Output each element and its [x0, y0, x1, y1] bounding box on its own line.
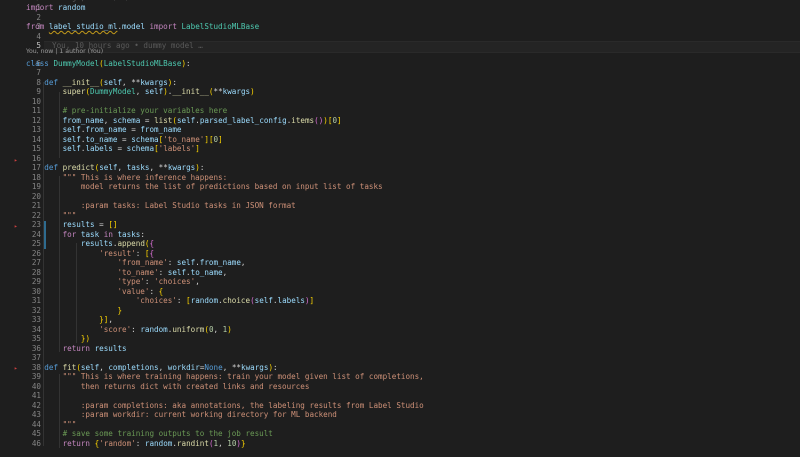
- code-line[interactable]: 12 from_name, schema = list(self.parsed_…: [0, 116, 800, 126]
- code-line[interactable]: 17 def predict(self, tasks, **kwargs):: [0, 163, 800, 173]
- code-line[interactable]: 25 results.append({: [0, 239, 800, 249]
- code-text: self.labels = schema['labels']: [62, 144, 200, 153]
- line-number: 7: [36, 68, 41, 77]
- code-text: # save some training outputs to the job …: [62, 429, 273, 438]
- code-line[interactable]: 21 :param tasks: Label Studio tasks in J…: [0, 201, 800, 211]
- code-text: :param tasks: Label Studio tasks in JSON…: [26, 201, 296, 210]
- code-text: 'from_name': self.from_name,: [117, 258, 246, 267]
- code-line[interactable]: 45 # save some training outputs to the j…: [0, 429, 800, 439]
- code-text: 'choices': [random.choice(self.labels)]: [135, 296, 315, 305]
- code-line[interactable]: 31 'choices': [random.choice(self.labels…: [0, 296, 800, 306]
- code-text: model returns the list of predictions ba…: [26, 182, 383, 191]
- codelens-top-row: You, 10 hours ago | 1 author (You): [0, 0, 800, 4]
- code-line[interactable]: 3 from label_studio_ml.model import Label…: [0, 22, 800, 32]
- code-line[interactable]: 7: [0, 68, 800, 78]
- line-number: 20: [31, 191, 41, 201]
- code-line[interactable]: 15 self.labels = schema['labels']: [0, 144, 800, 154]
- code-text: return results: [62, 343, 127, 353]
- code-line[interactable]: 5 You, 10 hours ago • dummy model …: [0, 41, 800, 51]
- code-text: from_name, schema = list(self.parsed_lab…: [62, 115, 342, 125]
- code-line[interactable]: 4: [0, 32, 800, 42]
- code-text: then returns dict with created links and…: [26, 381, 310, 391]
- line-number: 16: [31, 153, 41, 163]
- code-line[interactable]: 22 """: [0, 211, 800, 221]
- code-line[interactable]: 42 :param completions: aka annotations, …: [0, 401, 800, 411]
- code-line[interactable]: 35 }): [0, 334, 800, 344]
- code-line[interactable]: 23 results = []: [0, 220, 800, 230]
- line-number: 41: [31, 391, 41, 400]
- codelens-top: You, 10 hours ago | 1 author (You): [26, 0, 128, 4]
- code-line[interactable]: 40 then returns dict with created links …: [0, 382, 800, 392]
- line-number: 4: [36, 31, 41, 41]
- code-text: 'score': random.uniform(0, 1): [99, 324, 232, 334]
- code-line[interactable]: 36 return results: [0, 344, 800, 354]
- code-line[interactable]: 26 'result': [{: [0, 249, 800, 259]
- code-line[interactable]: 11 # pre-initialize your variables here: [0, 106, 800, 116]
- line-number: 37: [31, 353, 41, 362]
- line-number: 10: [31, 96, 41, 106]
- code-line[interactable]: 2: [0, 13, 800, 23]
- code-text: def __init__(self, **kwargs):: [44, 77, 177, 87]
- code-line[interactable]: 8 def __init__(self, **kwargs):: [0, 78, 800, 88]
- code-text: class DummyModel(LabelStudioMLBase):: [26, 58, 191, 68]
- code-editor[interactable]: You, now | 1 author (You) ▸ ▸ ▸ 1 import …: [0, 0, 800, 457]
- code-text: results.append({: [80, 239, 155, 248]
- code-text: import random: [26, 3, 86, 12]
- code-line[interactable]: 27 'from_name': self.from_name,: [0, 258, 800, 268]
- code-line[interactable]: 32 }: [0, 306, 800, 316]
- code-text: }: [117, 305, 123, 315]
- code-line[interactable]: 10: [0, 97, 800, 107]
- code-text: """ This is where training happens: trai…: [26, 372, 424, 381]
- code-text: # pre-initialize your variables here: [62, 106, 228, 115]
- code-text: def fit(self, completions, workdir=None,…: [44, 362, 278, 372]
- code-text: """: [26, 419, 77, 429]
- code-text: return {'random': random.randint(1, 10)}: [62, 438, 246, 448]
- code-line[interactable]: 37: [0, 353, 800, 363]
- code-line[interactable]: 24 for task in tasks:: [0, 230, 800, 240]
- git-blame-annotation: You, 10 hours ago • dummy model …: [52, 41, 203, 50]
- code-text: self.from_name = from_name: [62, 125, 182, 134]
- code-line[interactable]: 16: [0, 154, 800, 164]
- code-text: 'to_name': self.to_name,: [117, 267, 228, 277]
- code-line[interactable]: 38 def fit(self, completions, workdir=No…: [0, 363, 800, 373]
- code-text: 'value': {: [117, 286, 164, 296]
- code-line[interactable]: 29 'type': 'choices',: [0, 277, 800, 287]
- code-line[interactable]: 30 'value': {: [0, 287, 800, 297]
- code-line[interactable]: 28 'to_name': self.to_name,: [0, 268, 800, 278]
- code-text: 'type': 'choices',: [117, 277, 200, 286]
- code-line[interactable]: 20: [0, 192, 800, 202]
- code-line[interactable]: 46 return {'random': random.randint(1, 1…: [0, 439, 800, 449]
- code-line[interactable]: 43 :param workdir: current working direc…: [0, 410, 800, 420]
- code-text: results = []: [62, 220, 118, 229]
- line-number: 2: [36, 12, 41, 22]
- code-line[interactable]: 9 super(DummyModel, self).__init__(**kwa…: [0, 87, 800, 97]
- code-line[interactable]: 33 }],: [0, 315, 800, 325]
- code-line[interactable]: 19 model returns the list of predictions…: [0, 182, 800, 192]
- code-text: from label_studio_ml.model import LabelS…: [26, 22, 260, 31]
- code-text: }): [80, 334, 91, 343]
- code-text: def predict(self, tasks, **kwargs):: [44, 163, 205, 172]
- code-text: :param workdir: current working director…: [26, 410, 337, 419]
- code-text: """: [26, 210, 77, 220]
- code-line[interactable]: 44 """: [0, 420, 800, 430]
- code-text: }],: [99, 315, 113, 324]
- code-text: :param completions: aka annotations, the…: [26, 400, 424, 410]
- code-line[interactable]: 13 self.from_name = from_name: [0, 125, 800, 135]
- code-line[interactable]: 14 self.to_name = schema['to_name'][0]: [0, 135, 800, 145]
- code-line[interactable]: 41: [0, 391, 800, 401]
- code-line[interactable]: 34 'score': random.uniform(0, 1): [0, 325, 800, 335]
- line-number: 5: [36, 41, 41, 50]
- code-line[interactable]: 18 """ This is where inference happens:: [0, 173, 800, 183]
- code-line[interactable]: 1 import random: [0, 3, 800, 13]
- code-text: self.to_name = schema['to_name'][0]: [62, 134, 223, 144]
- code-line[interactable]: 39 """ This is where training happens: t…: [0, 372, 800, 382]
- code-text: super(DummyModel, self).__init__(**kwarg…: [62, 87, 255, 96]
- code-text: for task in tasks:: [62, 229, 145, 239]
- code-text: """ This is where inference happens:: [26, 172, 228, 182]
- code-line[interactable]: 6 class DummyModel(LabelStudioMLBase):: [0, 59, 800, 69]
- code-text: 'result': [{: [99, 248, 155, 258]
